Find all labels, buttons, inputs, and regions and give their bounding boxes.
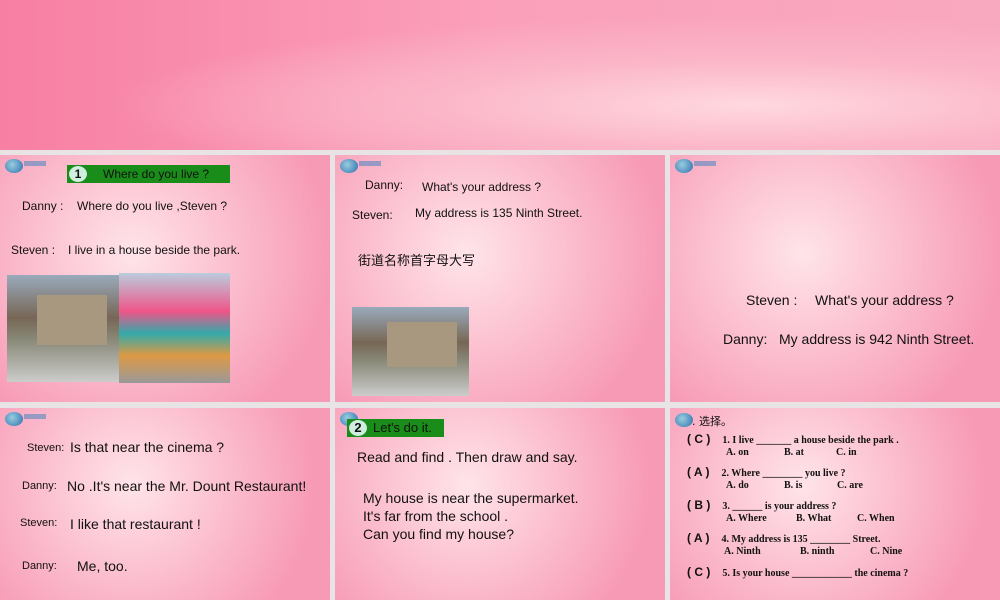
section-title-bar: 1 Where do you live ? bbox=[67, 165, 230, 183]
question-4: ( A ) 4. My address is 135 ________ Stree… bbox=[687, 529, 881, 547]
question-text: 5. Is your house ____________ the cinema… bbox=[722, 568, 909, 579]
speaker: Danny: bbox=[22, 480, 57, 492]
dialogue: My address is 135 Ninth Street. bbox=[415, 206, 583, 220]
slide-3[interactable]: Steven : What's your address ? Danny: My… bbox=[670, 155, 1000, 402]
answer: ( C ) bbox=[687, 432, 711, 446]
dialogue: What's your address ? bbox=[422, 180, 542, 194]
options: A. Ninth B. ninth C. Nine bbox=[724, 546, 903, 557]
logo-icon bbox=[675, 159, 693, 173]
answer: ( A ) bbox=[687, 531, 710, 545]
logo-icon bbox=[5, 159, 23, 173]
logo-icon bbox=[340, 159, 358, 173]
note: 街道名称首字母大写 bbox=[358, 254, 476, 269]
section-title: Let's do it. bbox=[373, 420, 432, 435]
instruction: Read and find . Then draw and say. bbox=[357, 449, 578, 465]
dialogue: I like that restaurant ! bbox=[70, 516, 201, 532]
options: A. do B. is C. are bbox=[726, 480, 863, 491]
logo-text bbox=[24, 414, 46, 419]
speaker: Steven: bbox=[20, 517, 58, 529]
slide-1[interactable]: 1 Where do you live ? Danny : Where do yo… bbox=[0, 155, 330, 402]
section-title: Where do you live ? bbox=[103, 167, 210, 181]
speaker: Steven: bbox=[27, 442, 65, 454]
speaker: Danny : bbox=[22, 199, 64, 213]
exercise-heading: . 选择。 bbox=[692, 415, 732, 428]
dialogue: Me, too. bbox=[77, 558, 128, 574]
question-text: 2. Where ________ you live ? bbox=[721, 468, 846, 479]
paragraph-line: It's far from the school . bbox=[363, 508, 509, 524]
dialogue: My address is 942 Ninth Street. bbox=[779, 331, 975, 347]
dialogue: Is that near the cinema ? bbox=[70, 439, 225, 455]
speaker: Steven : bbox=[746, 292, 798, 308]
question-3: ( B ) 3. ______ is your address ? bbox=[687, 496, 836, 514]
speaker: Steven : bbox=[11, 243, 56, 257]
question-2: ( A ) 2. Where ________ you live ? bbox=[687, 463, 846, 481]
paragraph-line: Can you find my house? bbox=[363, 526, 514, 542]
speaker: Danny: bbox=[365, 178, 404, 192]
speaker: Danny: bbox=[723, 331, 768, 347]
section-number: 2 bbox=[349, 420, 367, 436]
dialogue: What's your address ? bbox=[815, 292, 954, 308]
options: A. on B. at C. in bbox=[726, 447, 857, 458]
answer: ( C ) bbox=[687, 565, 711, 579]
logo-text bbox=[359, 161, 381, 166]
question-text: 4. My address is 135 ________ Street. bbox=[721, 534, 881, 545]
slide-4[interactable]: Steven: Is that near the cinema ? Danny:… bbox=[0, 408, 330, 600]
answer: ( B ) bbox=[687, 498, 711, 512]
options: A. Where B. What C. When bbox=[726, 513, 895, 524]
dialogue: Where do you live ,Steven ? bbox=[77, 199, 228, 213]
park-gate-photo bbox=[119, 273, 230, 383]
answer: ( A ) bbox=[687, 465, 710, 479]
slide-6[interactable]: . 选择。 ( C ) 1. I live _______ a house bes… bbox=[670, 408, 1000, 600]
section-title-bar: 2 Let's do it. bbox=[347, 419, 444, 437]
logo-icon bbox=[675, 413, 693, 427]
question-1: ( C ) 1. I live _______ a house beside th… bbox=[687, 430, 899, 448]
top-banner bbox=[0, 0, 1000, 150]
logo-text bbox=[24, 161, 46, 166]
paragraph-line: My house is near the supermarket. bbox=[363, 490, 579, 506]
house-photo bbox=[352, 307, 469, 396]
section-number: 1 bbox=[69, 166, 87, 182]
speaker: Steven: bbox=[352, 208, 393, 222]
slide-2[interactable]: Danny: What's your address ? Steven: My … bbox=[335, 155, 665, 402]
question-text: 1. I live _______ a house beside the par… bbox=[722, 435, 899, 446]
house-photo bbox=[7, 275, 119, 382]
logo-text bbox=[694, 161, 716, 166]
speaker: Danny: bbox=[22, 560, 57, 572]
dialogue: No .It's near the Mr. Dount Restaurant! bbox=[67, 478, 307, 494]
slide-5[interactable]: 2 Let's do it. Read and find . Then draw … bbox=[335, 408, 665, 600]
question-text: 3. ______ is your address ? bbox=[722, 501, 837, 512]
dialogue: I live in a house beside the park. bbox=[68, 243, 241, 257]
question-5: ( C ) 5. Is your house ____________ the c… bbox=[687, 563, 908, 581]
logo-icon bbox=[5, 412, 23, 426]
